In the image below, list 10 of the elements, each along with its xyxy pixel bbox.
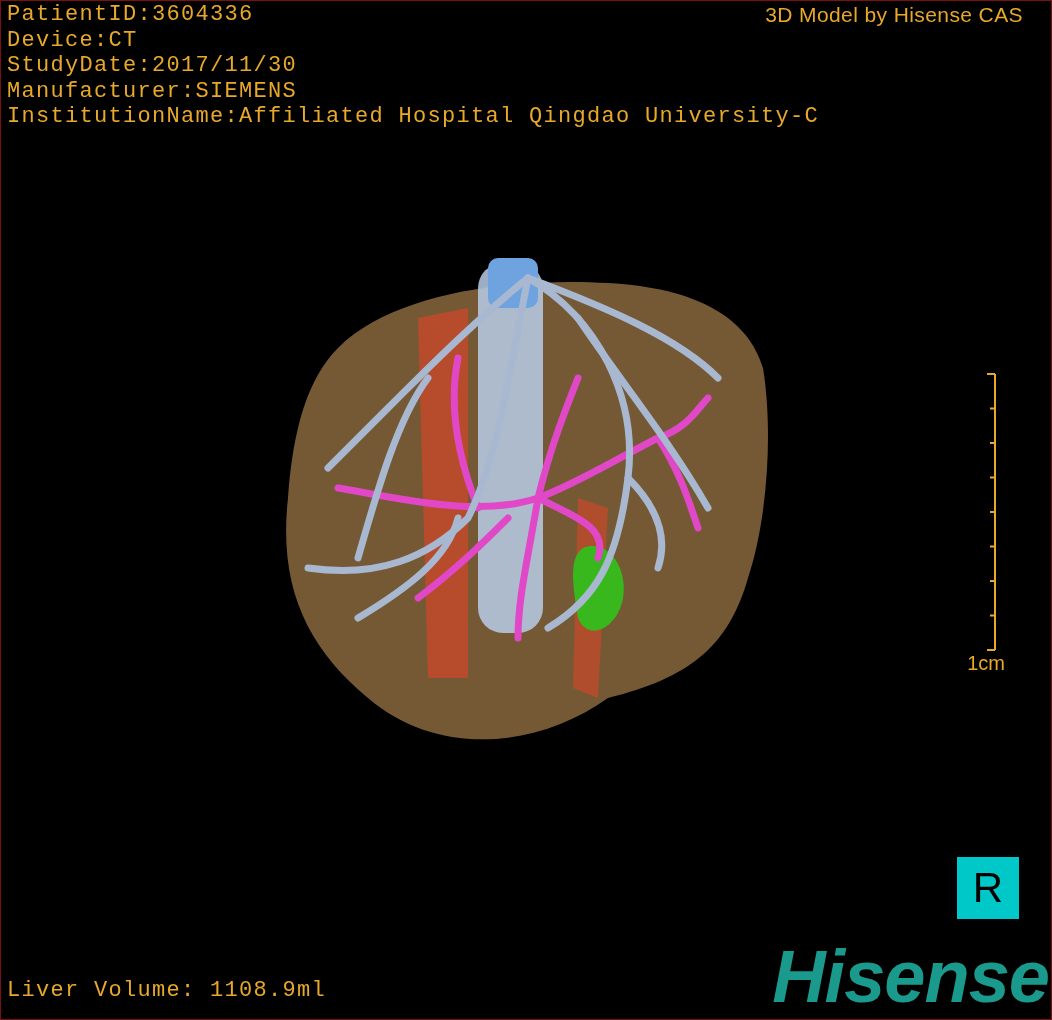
info-line: PatientID:3604336 bbox=[7, 2, 255, 28]
liver-volume: Liver Volume: 1108.9ml bbox=[7, 977, 327, 1003]
orientation-marker: R bbox=[957, 857, 1019, 919]
hisense-logo: Hisense bbox=[772, 939, 1049, 1015]
info-line: Device:CT bbox=[7, 27, 139, 53]
info-line: Manufacturer:SIEMENS bbox=[7, 78, 299, 104]
info-line: StudyDate:2017/11/30 bbox=[7, 53, 299, 79]
model-credit: 3D Model by Hisense CAS bbox=[765, 2, 1023, 28]
scale-label: 1cm bbox=[967, 650, 1005, 676]
info-line: InstitutionName:Affiliated Hospital Qingdao University-C bbox=[7, 104, 821, 130]
